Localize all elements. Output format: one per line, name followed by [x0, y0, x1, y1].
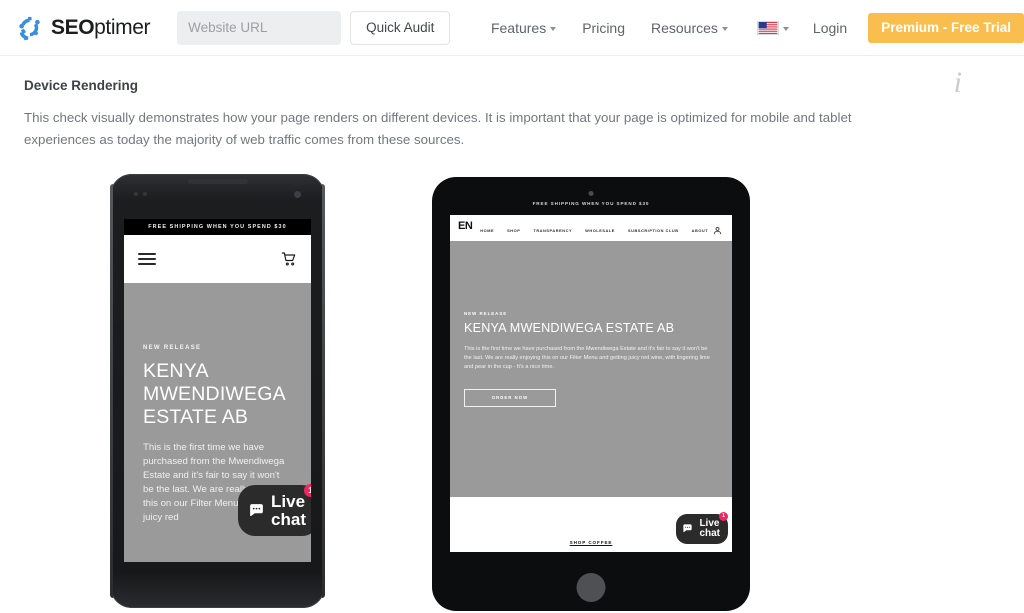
live-chat-label-phone: Live chat [271, 493, 306, 528]
main-navigation: Features Pricing Resources Login Premium… [478, 0, 1024, 55]
tablet-shipping-banner: FREE SHIPPING WHEN YOU SPEND $30 [532, 201, 650, 207]
info-icon[interactable]: i [954, 68, 962, 98]
tablet-nav-item-home[interactable]: HOME [480, 228, 494, 233]
phone-hero-eyebrow: NEW RELEASE [143, 345, 202, 352]
phone-hero-title: KENYA MWENDIWEGA ESTATE AB [143, 360, 292, 428]
brand-name: SEOptimer [51, 15, 151, 40]
section-description: This check visually demonstrates how you… [24, 110, 852, 147]
tablet-nav-links: HOME SHOP TRANSPARENCY WHOLESALE SUBSCRI… [480, 224, 713, 233]
phone-sensor-icon [134, 192, 138, 197]
phone-hero-title-line-2: MWENDIWEGA [143, 382, 286, 405]
nav-item-resources[interactable]: Resources [638, 20, 741, 36]
phone-shipping-banner: FREE SHIPPING WHEN YOU SPEND $30 [124, 219, 311, 236]
live-chat-line-2: chat [699, 527, 720, 539]
live-chat-line-1: Live [271, 492, 306, 512]
language-selector[interactable] [741, 20, 800, 35]
tablet-nav-item-about[interactable]: ABOUT [692, 228, 709, 233]
hamburger-menu-icon[interactable] [138, 250, 156, 268]
tablet-hero-body: This is the first time we have purchased… [464, 345, 710, 370]
chat-bubble-icon [683, 524, 693, 533]
tablet-nav-item-subscription-club[interactable]: SUBSCRIPTION CLUB [628, 228, 679, 233]
tablet-site-logo[interactable]: EN [458, 220, 473, 232]
us-flag-icon [756, 20, 779, 35]
brand-logo-link[interactable]: SEOptimer [14, 13, 151, 43]
phone-site-navbar [124, 235, 311, 284]
nav-label-features: Features [490, 19, 547, 36]
phone-mockup: FREE SHIPPING WHEN YOU SPEND $30 NEW REL… [110, 174, 325, 609]
nav-item-features[interactable]: Features [478, 20, 569, 36]
tablet-site-navbar: EN HOME SHOP TRANSPARENCY WHOLESALE SUBS… [450, 215, 732, 242]
live-chat-widget-tablet[interactable]: Live chat 1 [676, 511, 728, 545]
live-chat-badge-tablet: 1 [719, 511, 728, 521]
device-rendering-section: i Device Rendering This check visually d… [0, 56, 1024, 613]
phone-hero-title-line-3: ESTATE AB [143, 405, 249, 428]
user-account-icon[interactable] [713, 226, 722, 235]
tablet-nav-item-wholesale[interactable]: WHOLESALE [585, 228, 615, 233]
tablet-screen: EN HOME SHOP TRANSPARENCY WHOLESALE SUBS… [450, 215, 732, 553]
website-url-input[interactable] [177, 10, 342, 45]
premium-free-trial-button[interactable]: Premium - Free Trial [868, 12, 1024, 43]
live-chat-widget-phone[interactable]: Live chat 1 [238, 484, 311, 537]
phone-speaker-icon [187, 179, 248, 185]
tablet-nav-item-shop[interactable]: SHOP [507, 228, 520, 233]
phone-camera-icon [294, 191, 301, 199]
tablet-nav-item-transparency[interactable]: TRANSPARENCY [533, 228, 572, 233]
seoptimer-logo-icon [19, 16, 40, 40]
site-header: SEOptimer Quick Audit Features Pricing R… [0, 0, 1024, 56]
nav-label-pricing: Pricing [582, 19, 625, 36]
order-now-button[interactable]: ORDER NOW [464, 388, 556, 407]
shopping-cart-icon[interactable] [281, 251, 297, 267]
live-chat-label-tablet: Live chat [699, 518, 720, 539]
tablet-mockup: FREE SHIPPING WHEN YOU SPEND $30 EN HOME… [432, 177, 750, 612]
tablet-hero-section: NEW RELEASE KENYA MWENDIWEGA ESTATE AB T… [450, 241, 732, 498]
chevron-down-icon [550, 26, 557, 31]
tablet-hero-eyebrow: NEW RELEASE [464, 311, 508, 317]
login-link[interactable]: Login [800, 20, 860, 36]
shop-coffee-link[interactable]: SHOP COFFEE [570, 540, 613, 545]
nav-item-pricing[interactable]: Pricing [569, 20, 638, 36]
tablet-camera-icon [588, 191, 594, 197]
quick-audit-button[interactable]: Quick Audit [350, 10, 451, 45]
phone-hero-title-line-1: KENYA [143, 360, 209, 383]
brand-name-regular: ptimer [94, 15, 151, 39]
chevron-down-icon [782, 26, 789, 31]
page-title: Device Rendering [24, 78, 139, 93]
phone-screen: FREE SHIPPING WHEN YOU SPEND $30 NEW REL… [124, 219, 311, 563]
device-previews: FREE SHIPPING WHEN YOU SPEND $30 NEW REL… [24, 174, 1000, 613]
tablet-home-button[interactable] [576, 573, 606, 603]
chat-bubble-icon [250, 504, 263, 517]
nav-label-resources: Resources [651, 19, 718, 36]
live-chat-line-2: chat [271, 509, 306, 529]
chevron-down-icon [721, 26, 728, 31]
brand-name-bold: SEO [51, 15, 95, 39]
tablet-hero-title: KENYA MWENDIWEGA ESTATE AB [464, 321, 675, 336]
